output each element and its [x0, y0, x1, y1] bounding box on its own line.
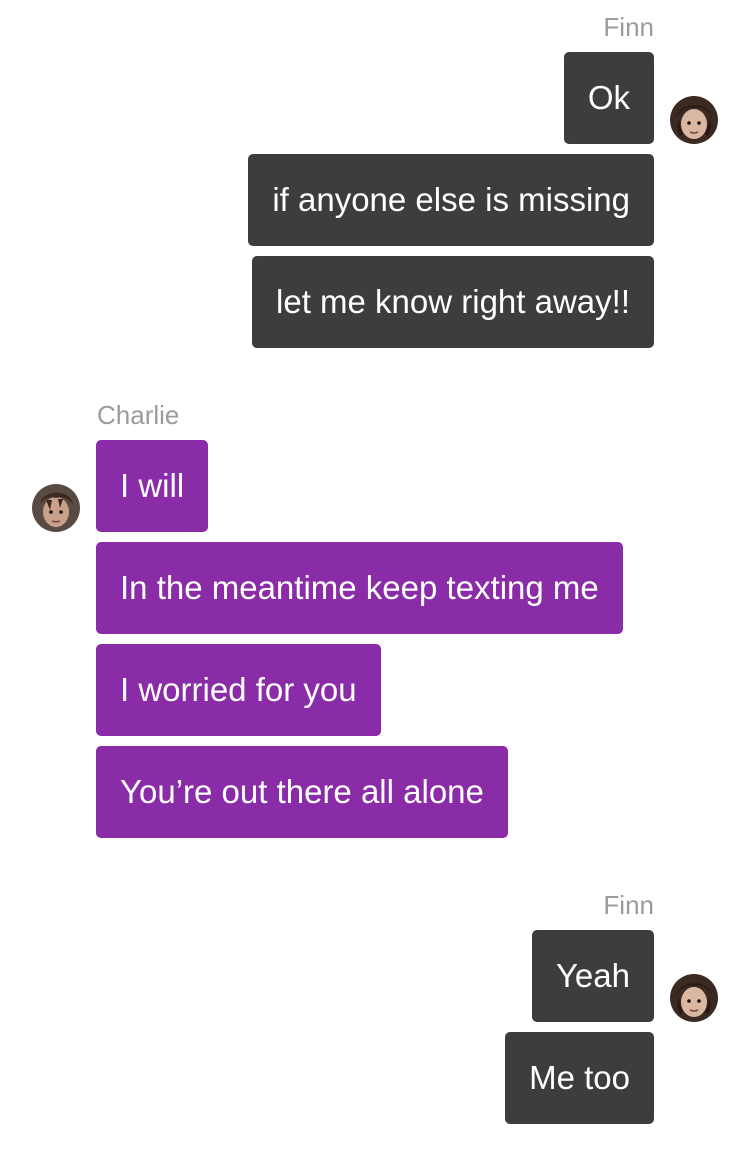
sender-name: Finn	[603, 890, 654, 920]
sender-name: Charlie	[97, 400, 180, 430]
message-bubble[interactable]: Yeah	[531, 930, 654, 1022]
message-bubble[interactable]: if anyone else is missing	[248, 154, 654, 246]
message-bubble[interactable]: You’re out there all alone	[96, 746, 508, 838]
message-bubble[interactable]: Ok	[563, 52, 654, 144]
message-bubble[interactable]: Me too	[505, 1032, 654, 1124]
finn-avatar-icon[interactable]	[670, 974, 718, 1022]
message-bubble[interactable]: In the meantime keep texting me	[96, 542, 623, 634]
message-bubble[interactable]: I worried for you	[96, 644, 381, 736]
message-bubble[interactable]: let me know right away!!	[252, 256, 654, 348]
sender-name: Finn	[603, 12, 654, 42]
finn-avatar-icon[interactable]	[670, 96, 718, 144]
charlie-avatar-icon[interactable]	[32, 484, 80, 532]
message-bubble[interactable]: I will	[96, 440, 209, 532]
